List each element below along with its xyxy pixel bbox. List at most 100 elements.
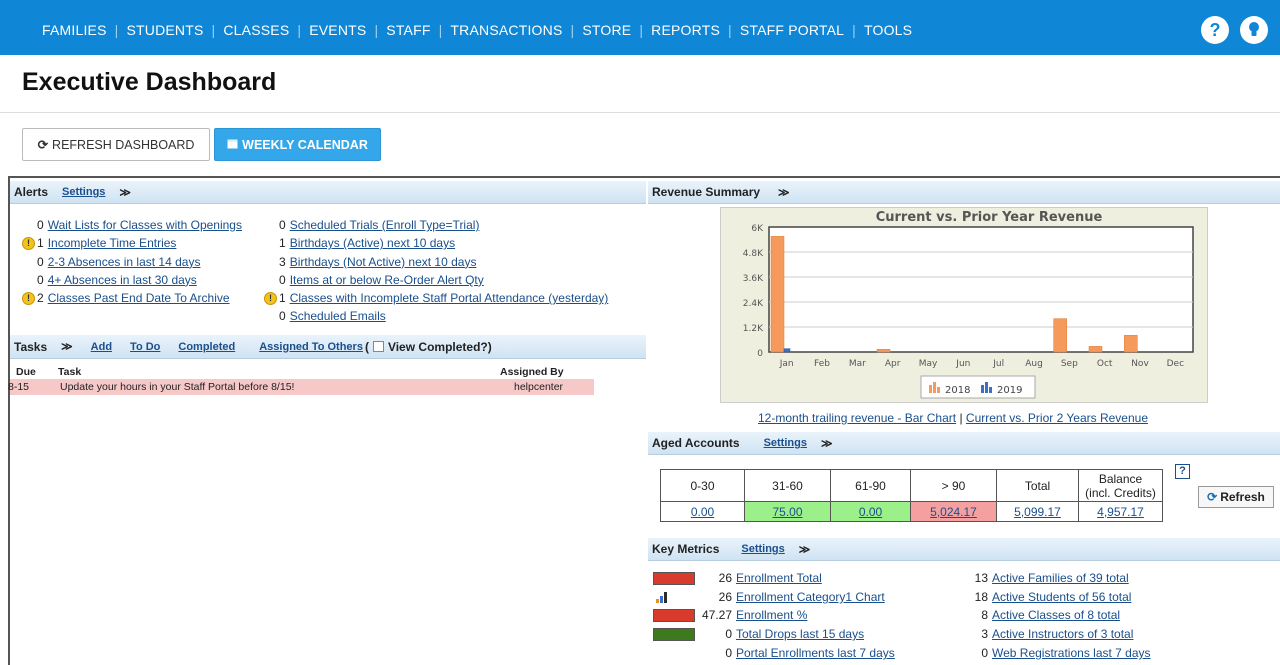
warning-icon: ! xyxy=(264,291,277,305)
aged-value-over-90[interactable]: 5,024.17 xyxy=(910,501,997,522)
alert-link[interactable]: Scheduled Emails xyxy=(290,307,386,325)
alert-item: ! 1 Classes with Incomplete Staff Portal A… xyxy=(264,289,608,307)
col-task[interactable]: Task xyxy=(58,366,81,378)
metric-link[interactable]: Active Instructors of 3 total xyxy=(992,627,1133,641)
view-completed-checkbox[interactable] xyxy=(372,341,384,352)
alert-link[interactable]: Birthdays (Not Active) next 10 days xyxy=(290,253,477,271)
tasks-assigned-link[interactable]: Assigned To Others xyxy=(259,341,363,353)
chevron-down-icon[interactable]: ≫ xyxy=(778,186,790,199)
aged-col-61-90: 61-90 xyxy=(830,469,911,502)
metric-value: 26 xyxy=(718,590,732,604)
metric-value: 0 xyxy=(725,627,732,641)
metric-link[interactable]: Active Classes of 8 total xyxy=(992,608,1120,622)
trailing-revenue-link[interactable]: 12-month trailing revenue - Bar Chart xyxy=(758,411,956,425)
nav-item-families[interactable]: FAMILIES xyxy=(42,22,107,38)
tasks-completed-link[interactable]: Completed xyxy=(178,341,235,353)
alert-count: 0 xyxy=(37,272,44,287)
aged-link[interactable]: 0.00 xyxy=(691,505,714,519)
bar-chart-icon[interactable] xyxy=(655,590,669,607)
aged-col-total: Total xyxy=(996,469,1079,502)
tasks-todo-link[interactable]: To Do xyxy=(130,341,160,353)
alerts-settings-link[interactable]: Settings xyxy=(62,186,105,198)
aged-value-61-90[interactable]: 0.00 xyxy=(830,501,911,522)
aged-link[interactable]: 5,024.17 xyxy=(930,505,977,519)
nav-separator: | xyxy=(852,22,856,38)
aged-value-total[interactable]: 5,099.17 xyxy=(996,501,1079,522)
nav-item-store[interactable]: STORE xyxy=(582,22,631,38)
alert-link[interactable]: Incomplete Time Entries xyxy=(48,234,177,252)
refresh-dashboard-label: REFRESH DASHBOARD xyxy=(52,137,195,152)
y-tick-label: 1.2K xyxy=(743,324,764,334)
y-tick-label: 3.6K xyxy=(743,274,764,284)
aged-settings-link[interactable]: Settings xyxy=(764,437,807,449)
help-icon[interactable]: ? xyxy=(1201,16,1229,44)
chevron-down-icon[interactable]: ≫ xyxy=(799,543,811,556)
y-tick-label: 0 xyxy=(757,349,763,359)
aged-value-balance[interactable]: 4,957.17 xyxy=(1078,501,1163,522)
alert-link[interactable]: Birthdays (Active) next 10 days xyxy=(290,234,455,252)
nav-separator: | xyxy=(114,22,119,38)
balance-header-line2: (incl. Credits) xyxy=(1085,485,1156,500)
metric-link[interactable]: Enrollment Category1 Chart xyxy=(736,590,885,604)
alert-link[interactable]: 2-3 Absences in last 14 days xyxy=(48,253,201,271)
tasks-table-header: Due Task Assigned By xyxy=(10,364,594,380)
nav-item-classes[interactable]: CLASSES xyxy=(223,22,289,38)
aged-link[interactable]: 0.00 xyxy=(859,505,882,519)
metric-link[interactable]: Total Drops last 15 days xyxy=(736,627,864,641)
metric-item: 0 Total Drops last 15 days xyxy=(690,627,864,641)
aged-link[interactable]: 4,957.17 xyxy=(1097,505,1144,519)
alert-link[interactable]: Scheduled Trials (Enroll Type=Trial) xyxy=(290,216,480,234)
link-separator: | xyxy=(959,411,963,425)
aged-link[interactable]: 75.00 xyxy=(772,505,802,519)
metric-link[interactable]: Portal Enrollments last 7 days xyxy=(736,646,895,660)
divider xyxy=(0,112,1280,113)
alert-link[interactable]: Classes with Incomplete Staff Portal Att… xyxy=(290,289,609,307)
x-tick-label: Nov xyxy=(1131,359,1149,369)
aged-link[interactable]: 5,099.17 xyxy=(1014,505,1061,519)
aged-value-0-30[interactable]: 0.00 xyxy=(660,501,745,522)
refresh-dashboard-button[interactable]: ⟳ REFRESH DASHBOARD xyxy=(22,128,210,161)
table-row[interactable]: 8-15 Update your hours in your Staff Por… xyxy=(8,379,594,395)
metrics-settings-link[interactable]: Settings xyxy=(741,543,784,555)
aged-refresh-button[interactable]: ⟳ Refresh xyxy=(1198,486,1274,508)
nav-item-staff[interactable]: STAFF xyxy=(386,22,430,38)
alert-link[interactable]: Items at or below Re-Order Alert Qty xyxy=(290,271,484,289)
tasks-add-link[interactable]: Add xyxy=(91,341,112,353)
prior-years-link[interactable]: Current vs. Prior 2 Years Revenue xyxy=(966,411,1148,425)
metric-item: 8 Active Classes of 8 total xyxy=(944,608,1120,622)
alert-item: ! 1 Incomplete Time Entries xyxy=(22,234,242,252)
alert-link[interactable]: 4+ Absences in last 30 days xyxy=(48,271,197,289)
x-tick-label: Sep xyxy=(1061,359,1078,369)
chevron-down-icon[interactable]: ≫ xyxy=(119,186,131,199)
lightbulb-icon[interactable] xyxy=(1240,16,1268,44)
metric-link[interactable]: Web Registrations last 7 days xyxy=(992,646,1151,660)
weekly-calendar-label: WEEKLY CALENDAR xyxy=(242,137,368,152)
nav-separator: | xyxy=(639,22,644,38)
metric-link[interactable]: Active Students of 56 total xyxy=(992,590,1131,604)
aged-value-31-60[interactable]: 75.00 xyxy=(744,501,831,522)
x-tick-label: Oct xyxy=(1097,359,1113,369)
nav-item-events[interactable]: EVENTS xyxy=(309,22,366,38)
metric-link[interactable]: Enrollment Total xyxy=(736,571,822,585)
x-tick-label: Mar xyxy=(849,359,866,369)
chevron-down-icon[interactable]: ≫ xyxy=(821,437,833,450)
alerts-left-list: 0 Wait Lists for Classes with Openings! 1 I… xyxy=(22,216,242,307)
metric-value: 18 xyxy=(974,590,988,604)
nav-item-staff-portal[interactable]: STAFF PORTAL xyxy=(740,22,844,38)
col-assigned-by[interactable]: Assigned By xyxy=(500,366,564,378)
alert-item: 0 Items at or below Re-Order Alert Qty xyxy=(264,271,608,289)
alert-link[interactable]: Wait Lists for Classes with Openings xyxy=(48,216,242,234)
nav-item-students[interactable]: STUDENTS xyxy=(126,22,203,38)
metric-link[interactable]: Enrollment % xyxy=(736,608,807,622)
chevron-down-icon[interactable]: ≫ xyxy=(61,340,73,353)
alert-count: 3 xyxy=(279,254,286,269)
nav-item-tools[interactable]: TOOLS xyxy=(864,22,912,38)
metric-value: 13 xyxy=(974,571,988,585)
weekly-calendar-button[interactable]: WEEKLY CALENDAR xyxy=(214,128,381,161)
aged-help-icon[interactable]: ? xyxy=(1175,464,1190,479)
alert-link[interactable]: Classes Past End Date To Archive xyxy=(48,289,230,307)
metric-link[interactable]: Active Families of 39 total xyxy=(992,571,1129,585)
nav-item-reports[interactable]: REPORTS xyxy=(651,22,720,38)
col-due[interactable]: Due xyxy=(16,366,36,378)
nav-item-transactions[interactable]: TRANSACTIONS xyxy=(450,22,562,38)
